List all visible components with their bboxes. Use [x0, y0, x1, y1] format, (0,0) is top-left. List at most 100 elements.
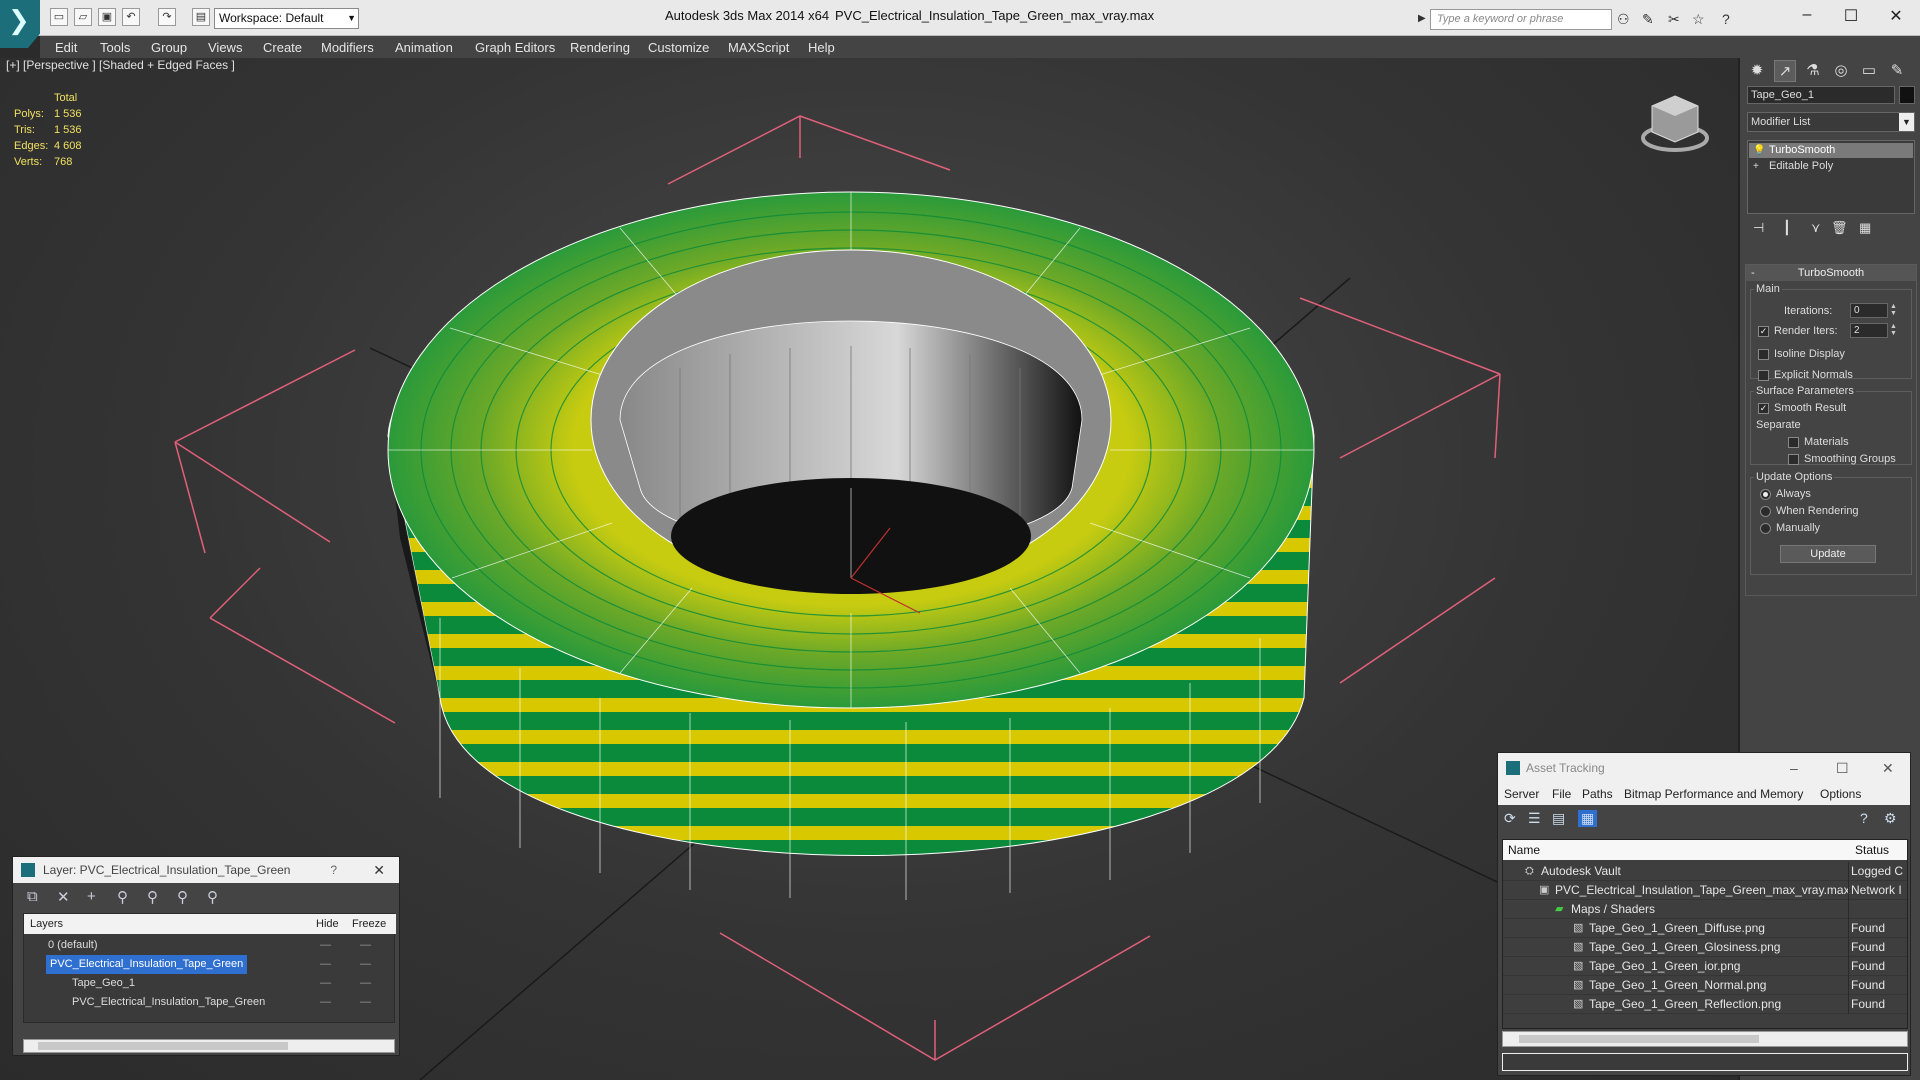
select-objects-icon[interactable]: ⚲: [117, 888, 128, 906]
col-status[interactable]: Status: [1855, 843, 1889, 857]
viewcube-icon[interactable]: [1640, 88, 1710, 158]
workspace-dropdown[interactable]: Workspace: Default ▼: [214, 8, 359, 29]
asset-row[interactable]: ▣ PVC_Electrical_Insulation_Tape_Green_ma…: [1503, 881, 1907, 900]
pin-stack-icon[interactable]: ⊣: [1753, 220, 1764, 236]
asset-row[interactable]: ▧ Tape_Geo_1_Green_Reflection.png Found: [1503, 995, 1907, 1014]
menu-graph-editors[interactable]: Graph Editors: [475, 40, 555, 55]
create-tab-sun-icon[interactable]: ✹: [1746, 60, 1768, 82]
table-view-icon[interactable]: ▦: [1578, 810, 1598, 827]
layer-dialog-titlebar[interactable]: Layer: PVC_Electrical_Insulation_Tape_Gr…: [13, 857, 399, 883]
menu-tools[interactable]: Tools: [100, 40, 130, 55]
hide-all-icon[interactable]: ⚲: [177, 888, 188, 906]
list-view-icon[interactable]: ☰: [1528, 810, 1541, 827]
maximize-icon[interactable]: ☐: [1836, 753, 1849, 783]
viewport-label[interactable]: [+] [Perspective ] [Shaded + Edged Faces…: [6, 58, 235, 72]
menu-paths[interactable]: Paths: [1582, 787, 1613, 801]
motion-tab-icon[interactable]: ◎: [1830, 60, 1852, 82]
explicit-normals-checkbox[interactable]: [1758, 370, 1769, 381]
show-end-result-icon[interactable]: ┃: [1783, 220, 1791, 236]
asset-row[interactable]: ▧ Tape_Geo_1_Green_Glosiness.png Found: [1503, 938, 1907, 957]
save-file-icon[interactable]: ▣: [98, 8, 116, 26]
when-rendering-radio[interactable]: [1760, 506, 1771, 517]
materials-checkbox[interactable]: [1788, 437, 1799, 448]
menu-views[interactable]: Views: [208, 40, 242, 55]
maximize-window-icon[interactable]: ☐: [1841, 6, 1861, 26]
app-logo[interactable]: ❯: [0, 0, 40, 48]
menu-group[interactable]: Group: [151, 40, 187, 55]
layer-row[interactable]: PVC_Electrical_Insulation_Tape_Green — —: [24, 993, 396, 1012]
spinner-arrows-icon[interactable]: ▲ ▼: [1890, 303, 1898, 318]
search-expand-icon[interactable]: ▶: [1418, 13, 1426, 24]
object-color-swatch[interactable]: [1899, 86, 1915, 104]
manually-radio[interactable]: [1760, 523, 1771, 534]
menu-server[interactable]: Server: [1504, 787, 1539, 801]
menu-edit[interactable]: Edit: [55, 40, 77, 55]
display-tab-icon[interactable]: ▭: [1858, 60, 1880, 82]
layer-row[interactable]: 0 (default) — —: [24, 936, 396, 955]
asset-path-field[interactable]: [1502, 1053, 1908, 1071]
hide-toggle[interactable]: —: [320, 955, 331, 974]
help-icon[interactable]: ?: [330, 857, 337, 883]
help-icon[interactable]: ?: [1722, 11, 1730, 27]
freeze-toggle[interactable]: —: [360, 974, 371, 993]
render-iters-spinner[interactable]: 2: [1850, 323, 1888, 338]
highlight-layer-icon[interactable]: ⚲: [147, 888, 158, 906]
asset-row[interactable]: ▧ Tape_Geo_1_Green_ior.png Found: [1503, 957, 1907, 976]
layer-row[interactable]: Tape_Geo_1 — —: [24, 974, 396, 993]
new-layer-icon[interactable]: ⧉: [27, 888, 38, 905]
scrollbar-thumb[interactable]: [1519, 1035, 1759, 1043]
binoculars-icon[interactable]: ⚇: [1617, 11, 1630, 28]
asset-row[interactable]: ▧ Tape_Geo_1_Green_Diffuse.png Found: [1503, 919, 1907, 938]
remove-modifier-icon[interactable]: 🗑: [1831, 220, 1848, 236]
open-file-icon[interactable]: ▱: [74, 8, 92, 26]
tree-view-icon[interactable]: ▤: [1552, 810, 1565, 827]
project-folder-icon[interactable]: ▤: [192, 8, 210, 26]
object-name-input[interactable]: Tape_Geo_1: [1747, 86, 1895, 104]
menu-bitmap-performance[interactable]: Bitmap Performance and Memory: [1624, 787, 1803, 801]
isoline-checkbox[interactable]: [1758, 349, 1769, 360]
horizontal-scrollbar[interactable]: [1502, 1031, 1908, 1047]
close-icon[interactable]: ✕: [373, 857, 385, 883]
make-unique-icon[interactable]: ⋎: [1811, 220, 1821, 236]
scrollbar-thumb[interactable]: [38, 1042, 288, 1050]
smoothing-groups-checkbox[interactable]: [1788, 454, 1799, 465]
menu-maxscript[interactable]: MAXScript: [728, 40, 789, 55]
update-button[interactable]: Update: [1780, 545, 1876, 563]
render-iters-checkbox[interactable]: ✓: [1758, 326, 1769, 337]
menu-customize[interactable]: Customize: [648, 40, 709, 55]
freeze-toggle[interactable]: —: [360, 955, 371, 974]
refresh-icon[interactable]: ⟳: [1504, 810, 1516, 827]
horizontal-scrollbar[interactable]: [23, 1039, 395, 1053]
minimize-icon[interactable]: –: [1790, 753, 1798, 783]
configure-sets-icon[interactable]: ▦: [1859, 220, 1871, 236]
delete-layer-icon[interactable]: ✕: [57, 888, 70, 906]
menu-file[interactable]: File: [1552, 787, 1571, 801]
col-layers[interactable]: Layers: [30, 918, 63, 930]
add-to-layer-icon[interactable]: +: [87, 888, 96, 905]
asset-dialog-titlebar[interactable]: Asset Tracking – ☐ ✕: [1498, 753, 1910, 783]
menu-rendering[interactable]: Rendering: [570, 40, 630, 55]
hide-toggle[interactable]: —: [320, 993, 331, 1012]
undo-icon[interactable]: ↶: [122, 8, 140, 26]
asset-row[interactable]: ⛭ Autodesk Vault Logged C: [1503, 862, 1907, 881]
col-name[interactable]: Name: [1508, 843, 1540, 857]
hide-toggle[interactable]: —: [320, 974, 331, 993]
close-window-icon[interactable]: ✕: [1886, 6, 1906, 26]
subscription-icon[interactable]: ✎: [1642, 11, 1654, 28]
help-icon[interactable]: ?: [1860, 810, 1868, 826]
freeze-toggle[interactable]: —: [360, 936, 371, 955]
stack-item-turbosmooth[interactable]: 💡 TurboSmooth: [1749, 143, 1913, 158]
redo-icon[interactable]: ↷: [158, 8, 176, 26]
freeze-toggle[interactable]: —: [360, 993, 371, 1012]
menu-modifiers[interactable]: Modifiers: [321, 40, 374, 55]
menu-options[interactable]: Options: [1820, 787, 1861, 801]
new-file-icon[interactable]: ▭: [50, 8, 68, 26]
modify-tab-icon[interactable]: ↗: [1774, 60, 1796, 82]
settings-icon[interactable]: ⚙: [1884, 810, 1897, 827]
menu-create[interactable]: Create: [263, 40, 302, 55]
freeze-all-icon[interactable]: ⚲: [207, 888, 218, 906]
close-icon[interactable]: ✕: [1882, 753, 1894, 783]
col-freeze[interactable]: Freeze: [352, 918, 386, 930]
stack-item-editable-poly[interactable]: + Editable Poly: [1749, 159, 1913, 174]
modifier-list-dropdown[interactable]: Modifier List ▼: [1747, 112, 1915, 132]
